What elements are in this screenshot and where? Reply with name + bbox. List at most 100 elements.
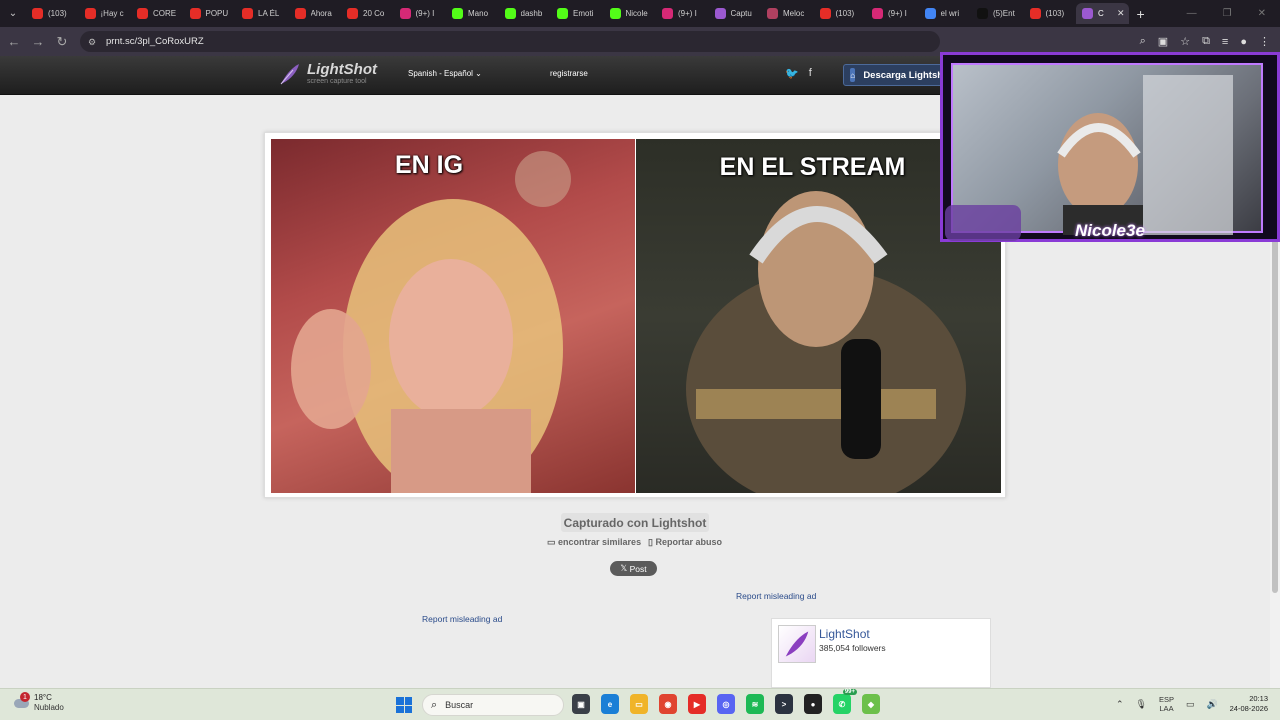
url-text: prnt.sc/3pl_CoRoxURZ	[106, 36, 204, 47]
lightshot-page-avatar[interactable]	[778, 625, 816, 663]
browser-tab[interactable]: (9+) I	[866, 3, 919, 24]
forward-button[interactable]: →	[26, 30, 50, 54]
youtube-icon	[819, 8, 831, 19]
browser-tab[interactable]: Nicole	[604, 3, 657, 24]
logo-name: LightShot	[307, 61, 377, 78]
facebook-icon[interactable]: f	[809, 67, 812, 80]
url-input[interactable]: ⚙ prnt.sc/3pl_CoRoxURZ	[80, 31, 940, 52]
browser-tab[interactable]: Captu	[709, 3, 762, 24]
site-info-icon[interactable]: ⚙	[88, 37, 100, 47]
back-button[interactable]: ←	[2, 30, 26, 54]
twitter-icon[interactable]: 🐦	[785, 67, 799, 80]
start-button[interactable]	[396, 697, 412, 713]
new-tab-button[interactable]: +	[1137, 6, 1145, 22]
screen-cast-icon[interactable]: ▣	[1158, 35, 1168, 48]
facebook-page-name[interactable]: LightShot	[819, 627, 870, 641]
screenshot-image-frame[interactable]: EN IG EN EL STREAM	[264, 132, 1006, 498]
tab-search-button[interactable]: ⌄	[0, 0, 26, 27]
discord-icon[interactable]: ◎	[717, 694, 735, 714]
youtube-icon	[189, 8, 201, 19]
taskbar-search[interactable]: ⌕ Buscar	[422, 694, 564, 716]
microphone-icon[interactable]: 🎙	[1136, 699, 1147, 710]
browser-tab[interactable]: POPU	[184, 3, 237, 24]
instagram-icon	[662, 8, 673, 19]
kick-icon	[452, 8, 463, 19]
volume-icon[interactable]: 🔊	[1207, 699, 1218, 710]
browser-tab[interactable]: Meloc	[761, 3, 814, 24]
language-indicator[interactable]: ESP LAA	[1159, 695, 1174, 713]
report-abuse-link[interactable]: ▯ Reportar abuso	[648, 537, 722, 548]
extensions-icon[interactable]: ⧉	[1202, 35, 1210, 48]
browser-tab[interactable]: (9+) I	[656, 3, 709, 24]
tab-title: 20 Co	[363, 9, 385, 18]
close-tab-icon[interactable]: ✕	[1117, 8, 1125, 19]
tab-title: Mano	[468, 9, 489, 18]
register-link[interactable]: registrarse	[550, 69, 588, 78]
browser-tab[interactable]: (103)	[1024, 3, 1077, 24]
chrome-icon[interactable]: ◉	[659, 694, 677, 714]
browser-tab[interactable]: LA ÉL	[236, 3, 289, 24]
browser-menu-icon[interactable]: ⋮	[1259, 35, 1270, 48]
tiktok-icon	[977, 8, 988, 19]
tab-title: C	[1098, 9, 1104, 18]
reload-button[interactable]: ↻	[50, 30, 74, 54]
app-icon[interactable]: ◆	[862, 694, 880, 714]
tab-title: (9+) I	[678, 9, 697, 18]
zoom-icon[interactable]: ⌕	[1140, 35, 1146, 48]
find-similar-link[interactable]: ▭ encontrar similares	[547, 537, 641, 548]
browser-tab[interactable]: C ✕	[1076, 3, 1129, 24]
task-view-icon[interactable]: ▣	[572, 694, 590, 714]
download-button[interactable]: ⌂ Descarga Lightshot	[843, 64, 953, 86]
whatsapp-icon[interactable]: ✆ 99+	[833, 689, 857, 714]
report-misleading-ad-link[interactable]: Report misleading ad	[736, 591, 816, 601]
browser-tab-strip: ⌄ (103) ¡Hay c CORE POPU LA ÉL Ahora 20 Co (9+)…	[0, 0, 1280, 27]
captured-with-label: Capturado con Lightshot	[561, 513, 709, 532]
browser-tab[interactable]: dashb	[499, 3, 552, 24]
tab-title: dashb	[520, 9, 543, 18]
mail-icon	[767, 8, 778, 19]
youtube-icon	[242, 8, 253, 19]
browser-tab[interactable]: (103)	[26, 3, 79, 24]
show-hidden-icons-icon[interactable]: ⌃	[1116, 699, 1124, 710]
browser-tab[interactable]: 20 Co	[341, 3, 394, 24]
tab-title: ¡Hay c	[100, 9, 124, 18]
language-code: ESP	[1158, 695, 1174, 704]
browser-tab[interactable]: el wri	[919, 3, 972, 24]
terminal-icon[interactable]: >	[775, 694, 793, 714]
media-controls-icon[interactable]: ≡	[1222, 36, 1228, 48]
browser-tab[interactable]: Ahora	[289, 3, 342, 24]
minimize-icon[interactable]: —	[1187, 8, 1197, 19]
windows-taskbar: 1 18°C Nublado ⌕ Buscar ▣ e ▭ ◉ ▶ ◎ ≋ > …	[0, 688, 1280, 720]
post-to-x-button[interactable]: 𝕏 Post	[610, 561, 657, 576]
browser-tab[interactable]: (103)	[814, 3, 867, 24]
browser-tab[interactable]: (9+) I	[394, 3, 447, 24]
cat-mascot-decoration	[945, 205, 1021, 241]
tab-title: Emoti	[573, 9, 594, 18]
maximize-icon[interactable]: ❐	[1223, 8, 1232, 19]
language-selector[interactable]: Spanish - Español ⌄	[408, 69, 482, 78]
lightshot-logo[interactable]: LightShot screen capture tool	[279, 62, 377, 86]
kick-icon	[504, 8, 516, 19]
browser-tab[interactable]: Emoti	[551, 3, 604, 24]
tab-title: Captu	[730, 9, 752, 18]
system-clock[interactable]: 20:13 24-08-2026	[1222, 694, 1268, 714]
youtube-app-icon[interactable]: ▶	[688, 694, 706, 714]
browser-tab[interactable]: (5)Ent	[971, 3, 1024, 24]
close-window-icon[interactable]: ✕	[1258, 8, 1266, 19]
bookmark-star-icon[interactable]: ☆	[1180, 35, 1190, 48]
search-icon: ⌕	[431, 698, 438, 711]
browser-tab[interactable]: ¡Hay c	[79, 3, 132, 24]
spotify-icon[interactable]: ≋	[746, 694, 764, 714]
report-misleading-ad-link[interactable]: Report misleading ad	[422, 614, 502, 624]
google-icon	[924, 8, 936, 19]
browser-tab[interactable]: Mano	[446, 3, 499, 24]
weather-widget[interactable]: 1 18°C Nublado	[12, 692, 64, 713]
weather-description: Nublado	[34, 703, 64, 712]
network-icon[interactable]: ▭	[1186, 699, 1195, 710]
profile-avatar[interactable]: ●	[1240, 36, 1247, 48]
obs-icon[interactable]: ●	[804, 694, 822, 714]
edge-browser-icon[interactable]: e	[601, 694, 619, 714]
browser-tab[interactable]: CORE	[131, 3, 184, 24]
file-explorer-icon[interactable]: ▭	[630, 694, 648, 714]
keyboard-layout: LAA	[1159, 704, 1174, 713]
